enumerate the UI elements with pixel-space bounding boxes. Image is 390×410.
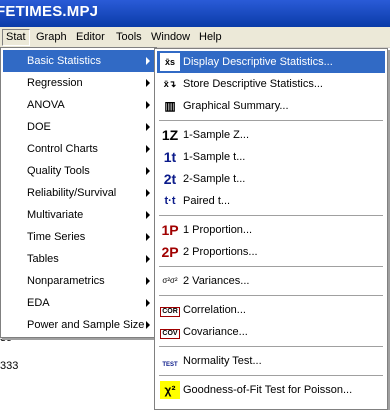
menu-item-goodness-of-fit-poisson[interactable]: χ² Goodness-of-Fit Test for Poisson... bbox=[157, 379, 385, 401]
store-stats-icon: x̄↴ bbox=[163, 79, 177, 89]
menu-item-anova[interactable]: ANOVA bbox=[3, 94, 154, 116]
menu-bar: Stat Graph Editor Tools Window Help bbox=[0, 27, 390, 48]
menu-item-time-series[interactable]: Time Series bbox=[3, 226, 154, 248]
goodness-of-fit-icon: χ² bbox=[160, 381, 180, 399]
menu-item-label: Covariance... bbox=[183, 326, 248, 338]
menu-separator bbox=[159, 120, 383, 122]
submenu-arrow-icon bbox=[146, 299, 150, 307]
menu-item-2-sample-t[interactable]: 2t 2-Sample t... bbox=[157, 168, 385, 190]
menu-editor[interactable]: Editor bbox=[73, 30, 108, 45]
menu-item-label: Power and Sample Size bbox=[27, 319, 145, 331]
menu-item-1-sample-z[interactable]: 1Z 1-Sample Z... bbox=[157, 124, 385, 146]
submenu-arrow-icon bbox=[146, 189, 150, 197]
menu-separator bbox=[159, 215, 383, 217]
menu-item-display-descriptive-statistics[interactable]: x̄s Display Descriptive Statistics... bbox=[157, 51, 385, 73]
menu-item-tables[interactable]: Tables bbox=[3, 248, 154, 270]
menu-item-graphical-summary[interactable]: ▥ Graphical Summary... bbox=[157, 95, 385, 117]
window-titlebar[interactable]: FETIMES.MPJ bbox=[0, 0, 390, 27]
worksheet-text: 333 bbox=[0, 360, 19, 372]
menu-item-label: Control Charts bbox=[27, 143, 98, 155]
menu-item-label: Paired t... bbox=[183, 195, 231, 207]
normality-test-icon: TEST bbox=[162, 362, 178, 368]
menu-item-2-variances[interactable]: σ²σ² 2 Variances... bbox=[157, 270, 385, 292]
submenu-arrow-icon bbox=[146, 211, 150, 219]
menu-item-label: Time Series bbox=[27, 231, 86, 243]
menu-stat[interactable]: Stat bbox=[2, 29, 30, 46]
menu-item-label: Graphical Summary... bbox=[183, 100, 289, 112]
two-proportions-icon: 2P bbox=[161, 244, 179, 260]
menu-item-1-proportion[interactable]: 1P 1 Proportion... bbox=[157, 219, 385, 241]
menu-graph[interactable]: Graph bbox=[33, 30, 70, 45]
two-sample-t-icon: 2t bbox=[163, 171, 177, 187]
menu-item-label: Tables bbox=[27, 253, 59, 265]
menu-item-label: Normality Test... bbox=[183, 355, 262, 367]
menu-window[interactable]: Window bbox=[148, 30, 193, 45]
submenu-arrow-icon bbox=[146, 79, 150, 87]
menu-separator bbox=[159, 295, 383, 297]
basic-statistics-submenu: x̄s Display Descriptive Statistics... x̄… bbox=[154, 48, 388, 410]
one-sample-z-icon: 1Z bbox=[161, 127, 179, 143]
menu-item-label: 1-Sample Z... bbox=[183, 129, 250, 141]
menu-tools[interactable]: Tools bbox=[113, 30, 145, 45]
menu-separator bbox=[159, 346, 383, 348]
window-title: FETIMES.MPJ bbox=[0, 3, 99, 20]
submenu-arrow-icon bbox=[146, 167, 150, 175]
menu-separator bbox=[159, 266, 383, 268]
submenu-arrow-icon bbox=[146, 277, 150, 285]
submenu-arrow-icon bbox=[146, 233, 150, 241]
menu-item-quality-tools[interactable]: Quality Tools bbox=[3, 160, 154, 182]
one-sample-t-icon: 1t bbox=[163, 149, 177, 165]
menu-item-covariance[interactable]: COV Covariance... bbox=[157, 321, 385, 343]
menu-item-basic-statistics[interactable]: Basic Statistics bbox=[3, 50, 154, 72]
menu-item-label: Store Descriptive Statistics... bbox=[183, 78, 323, 90]
menu-item-label: DOE bbox=[27, 121, 51, 133]
submenu-arrow-icon bbox=[146, 321, 150, 329]
menu-item-normality-test[interactable]: TEST Normality Test... bbox=[157, 350, 385, 372]
menu-item-correlation[interactable]: COR Correlation... bbox=[157, 299, 385, 321]
covariance-icon: COV bbox=[160, 329, 180, 339]
menu-item-nonparametrics[interactable]: Nonparametrics bbox=[3, 270, 154, 292]
submenu-arrow-icon bbox=[146, 145, 150, 153]
menu-item-label: Regression bbox=[27, 77, 83, 89]
submenu-arrow-icon bbox=[146, 123, 150, 131]
menu-item-label: Correlation... bbox=[183, 304, 246, 316]
menu-separator bbox=[159, 375, 383, 377]
menu-item-paired-t[interactable]: t·t Paired t... bbox=[157, 190, 385, 212]
menu-item-label: Display Descriptive Statistics... bbox=[183, 56, 333, 68]
menu-item-label: 2 Proportions... bbox=[183, 246, 258, 258]
menu-item-1-sample-t[interactable]: 1t 1-Sample t... bbox=[157, 146, 385, 168]
menu-item-2-proportions[interactable]: 2P 2 Proportions... bbox=[157, 241, 385, 263]
paired-t-icon: t·t bbox=[164, 195, 176, 207]
menu-item-label: 2 Variances... bbox=[183, 275, 250, 287]
menu-item-multivariate[interactable]: Multivariate bbox=[3, 204, 154, 226]
menu-item-doe[interactable]: DOE bbox=[3, 116, 154, 138]
menu-item-label: Quality Tools bbox=[27, 165, 90, 177]
menu-item-label: Basic Statistics bbox=[27, 55, 101, 67]
submenu-arrow-icon bbox=[146, 101, 150, 109]
menu-item-store-descriptive-statistics[interactable]: x̄↴ Store Descriptive Statistics... bbox=[157, 73, 385, 95]
menu-item-control-charts[interactable]: Control Charts bbox=[3, 138, 154, 160]
menu-item-label: 1 Proportion... bbox=[183, 224, 253, 236]
menu-item-label: Goodness-of-Fit Test for Poisson... bbox=[183, 384, 353, 396]
correlation-icon: COR bbox=[160, 307, 180, 317]
menu-item-label: 2-Sample t... bbox=[183, 173, 246, 185]
stat-menu: Basic Statistics Regression ANOVA DOE Co… bbox=[0, 47, 157, 338]
menu-item-label: Multivariate bbox=[27, 209, 84, 221]
one-proportion-icon: 1P bbox=[161, 222, 179, 238]
menu-item-label: Reliability/Survival bbox=[27, 187, 117, 199]
menu-item-eda[interactable]: EDA bbox=[3, 292, 154, 314]
menu-item-reliability-survival[interactable]: Reliability/Survival bbox=[3, 182, 154, 204]
menu-help[interactable]: Help bbox=[196, 30, 225, 45]
menu-item-regression[interactable]: Regression bbox=[3, 72, 154, 94]
submenu-arrow-icon bbox=[146, 255, 150, 263]
display-stats-icon: x̄s bbox=[160, 53, 180, 71]
graphical-summary-icon: ▥ bbox=[164, 99, 176, 113]
menu-item-power-sample-size[interactable]: Power and Sample Size bbox=[3, 314, 154, 336]
submenu-arrow-icon bbox=[146, 57, 150, 65]
menu-item-label: 1-Sample t... bbox=[183, 151, 246, 163]
menu-item-label: ANOVA bbox=[27, 99, 65, 111]
menu-item-label: Nonparametrics bbox=[27, 275, 105, 287]
two-variances-icon: σ²σ² bbox=[162, 276, 178, 285]
menu-item-label: EDA bbox=[27, 297, 50, 309]
